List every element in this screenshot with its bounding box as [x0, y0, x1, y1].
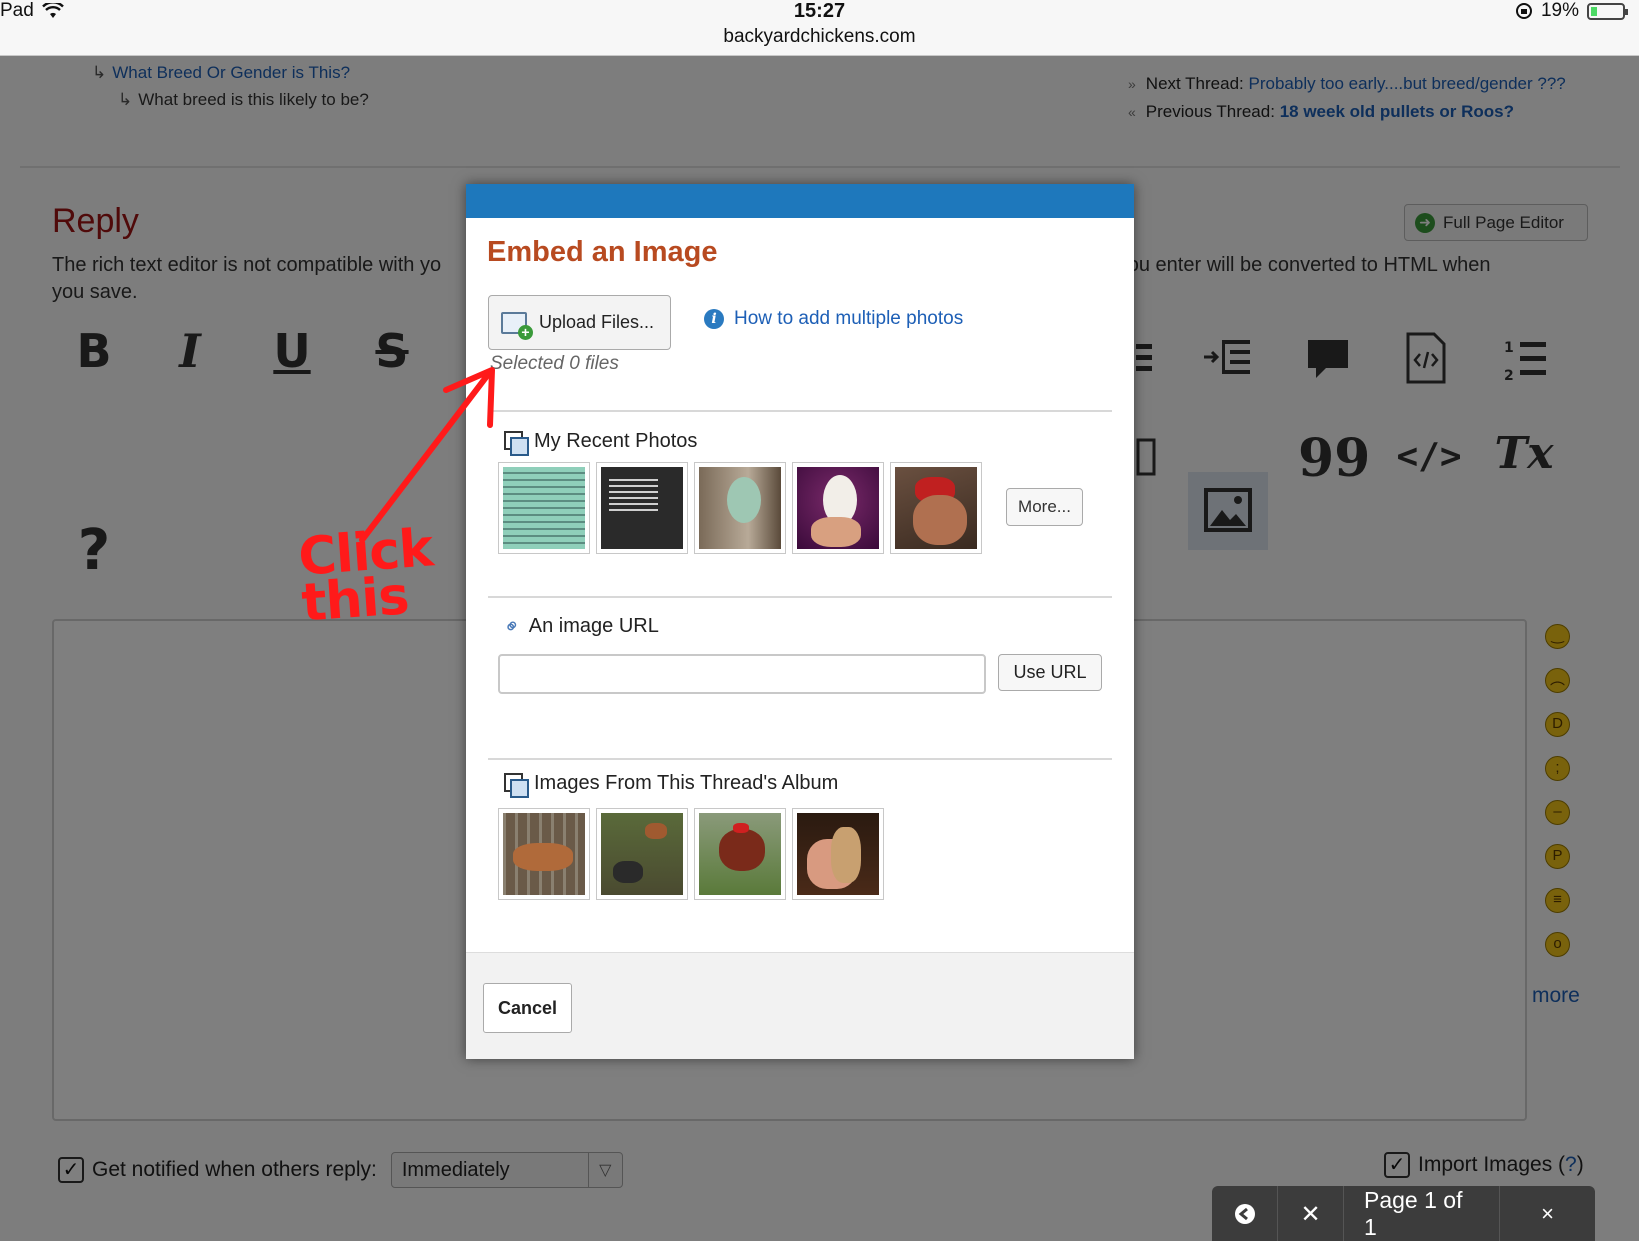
album-photo-thumb[interactable] [596, 808, 688, 900]
back-circle-icon[interactable] [1212, 1186, 1278, 1241]
thumb-image [797, 467, 879, 549]
status-right: 19% [1515, 0, 1628, 22]
more-photos-button[interactable]: More... [1006, 488, 1083, 526]
thumb-image [797, 813, 879, 895]
image-url-heading: ⚭ An image URL [499, 613, 659, 640]
thumb-image [601, 467, 683, 549]
dialog-divider [488, 596, 1112, 598]
page-control-bar: ✕ Page 1 of 1 × [1212, 1186, 1595, 1241]
dialog-footer: Cancel [466, 952, 1134, 1059]
add-image-icon [501, 311, 533, 340]
page-indicator: Page 1 of 1 [1344, 1186, 1500, 1241]
thumb-image [503, 813, 585, 895]
recent-photos-label: My Recent Photos [534, 430, 698, 452]
recent-photo-thumb[interactable] [792, 462, 884, 554]
cancel-button[interactable]: Cancel [483, 983, 572, 1033]
dialog-title: Embed an Image [487, 236, 718, 268]
recent-photo-thumb[interactable] [498, 462, 590, 554]
clock: 15:27 [793, 0, 846, 22]
status-bar: Pad 15:27 backyardchickens.com 19% [0, 0, 1639, 56]
rotation-lock-icon [1515, 3, 1532, 19]
close-icon[interactable]: × [1500, 1186, 1595, 1241]
image-url-label: An image URL [528, 615, 659, 637]
battery-percent: 19% [1540, 0, 1579, 21]
link-icon: ⚭ [499, 613, 527, 641]
annotation-line2: this [299, 566, 411, 634]
thumb-image [699, 467, 781, 549]
dialog-titlebar [466, 184, 1134, 218]
album-icon [504, 430, 529, 456]
tools-icon[interactable]: ✕ [1278, 1186, 1344, 1241]
recent-photo-thumb[interactable] [890, 462, 982, 554]
annotation-text: Click this [296, 518, 437, 634]
album-photo-thumb[interactable] [694, 808, 786, 900]
thumb-image [503, 467, 585, 549]
selected-files-status: Selected 0 files [490, 353, 619, 374]
recent-photo-thumb[interactable] [596, 462, 688, 554]
info-icon: i [704, 309, 724, 329]
howto-multiple-photos[interactable]: i How to add multiple photos [704, 308, 963, 330]
dialog-divider [488, 758, 1112, 760]
thread-album-heading: Images From This Thread's Album [504, 772, 839, 798]
upload-files-button[interactable]: Upload Files... [488, 295, 671, 350]
dialog-divider [488, 410, 1112, 412]
thumb-image [601, 813, 683, 895]
image-url-input[interactable] [498, 654, 986, 694]
album-icon [504, 772, 529, 798]
album-photo-thumb[interactable] [498, 808, 590, 900]
thumb-image [699, 813, 781, 895]
thread-album-label: Images From This Thread's Album [534, 772, 839, 794]
embed-image-dialog: Embed an Image Upload Files... i How to … [466, 184, 1134, 1059]
thumb-image [895, 467, 977, 549]
battery-icon [1587, 2, 1628, 20]
recent-photo-thumb[interactable] [694, 462, 786, 554]
recent-photos-heading: My Recent Photos [504, 430, 698, 456]
upload-files-label: Upload Files... [539, 312, 655, 332]
howto-link[interactable]: How to add multiple photos [734, 308, 963, 330]
address-bar[interactable]: backyardchickens.com [0, 26, 1639, 48]
album-photo-thumb[interactable] [792, 808, 884, 900]
use-url-button[interactable]: Use URL [998, 654, 1102, 691]
